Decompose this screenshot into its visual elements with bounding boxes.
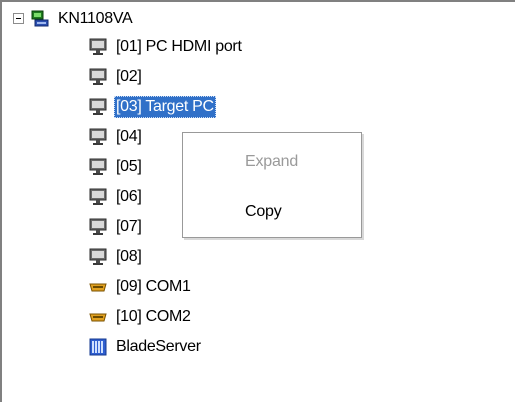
monitor-icon [88,97,108,117]
tree-port-label: [02] [116,68,142,85]
collapse-toggle[interactable] [13,13,24,24]
tree-port-node[interactable]: [09] COM1 [88,274,193,300]
tree-port-label: [01] PC HDMI port [116,38,242,55]
tree-port-node[interactable]: [05] [88,154,144,180]
blade-server-icon [88,337,108,357]
tree-port-node[interactable]: [10] COM2 [88,304,193,330]
tree-port-label: [03] Target PC [114,96,216,118]
tree-port-label: [04] [116,128,142,145]
tree-port-label: [05] [116,158,142,175]
monitor-icon [88,157,108,177]
tree-port-node[interactable]: [02] [88,64,144,90]
tree-port-label: [06] [116,188,142,205]
tree-port-node[interactable]: [04] [88,124,144,150]
context-menu: Expand Copy [182,132,362,238]
device-tree-panel: KN1108VA [01] PC HDMI port [02] [03] Targe… [0,0,515,402]
monitor-icon [88,217,108,237]
monitor-icon [88,247,108,267]
tree-port-label: [07] [116,218,142,235]
tree-port-node[interactable]: [01] PC HDMI port [88,34,244,60]
tree-port-node[interactable]: [08] [88,244,144,270]
monitor-icon [88,67,108,87]
tree-root-label: KN1108VA [58,10,133,27]
tree-root-node[interactable]: KN1108VA [30,6,134,32]
monitor-icon [88,37,108,57]
menu-item-copy-label: Copy [245,203,282,220]
tree-port-node[interactable]: [07] [88,214,144,240]
tree-port-node[interactable]: [03] Target PC [88,94,216,120]
network-device-icon [30,9,50,29]
serial-port-icon [88,307,108,327]
tree-port-label: BladeServer [116,338,201,355]
menu-item-copy[interactable]: Copy [183,197,361,227]
serial-port-icon [88,277,108,297]
monitor-icon [88,127,108,147]
tree-port-node[interactable]: BladeServer [88,334,203,360]
tree-port-label: [08] [116,248,142,265]
tree-port-node[interactable]: [06] [88,184,144,210]
menu-item-expand[interactable]: Expand [183,147,361,177]
monitor-icon [88,187,108,207]
tree-port-label: [09] COM1 [116,278,191,295]
tree-port-label: [10] COM2 [116,308,191,325]
menu-item-expand-label: Expand [245,153,299,170]
